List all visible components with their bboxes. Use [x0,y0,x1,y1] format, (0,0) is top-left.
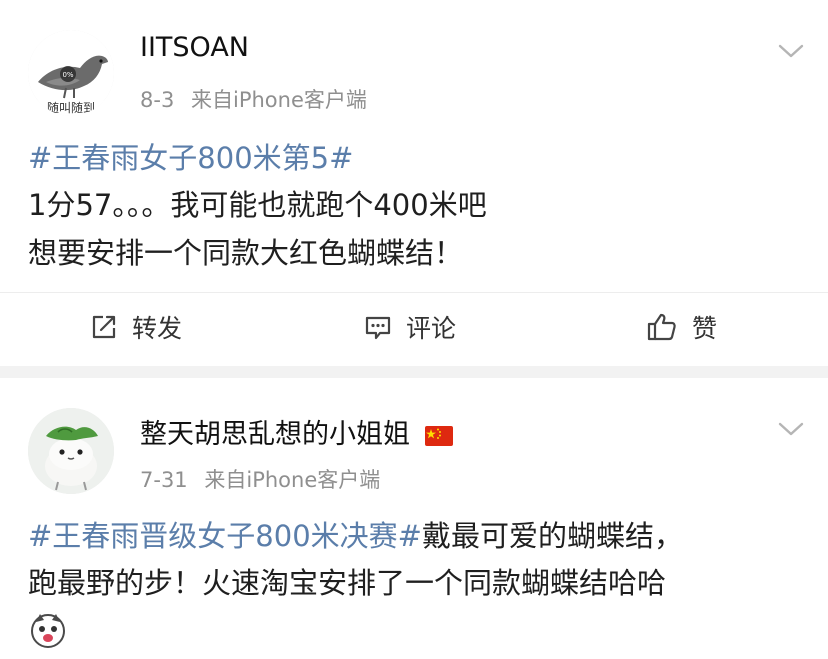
china-flag-icon [424,425,453,446]
post-text: 戴最可爱的蝴蝶结， [421,519,683,553]
weibo-post-1: 0% 随叫随到 IITSOAN 8-3 来自iPhone客户端 #王春雨女子80… [0,0,828,366]
pigeon-avatar-image: 0% 随叫随到 [28,30,114,116]
like-label: 赞 [692,314,718,343]
avatar-badge: 0% [62,71,73,79]
comment-icon [365,316,391,340]
post-text-line: 想要安排一个同款大红色蝴蝶结！ [28,236,464,270]
like-button[interactable]: 赞 [646,307,717,347]
weibo-post-2: 整天胡思乱想的小姐姐 7-31 来自iPhone客户端 #王春雨晋级女子800米… [0,378,828,659]
username[interactable]: IITSOAN [140,32,249,63]
hashtag-link[interactable]: #王春雨晋级女子800米决赛# [28,519,422,553]
comment-label: 评论 [406,314,457,343]
post-text-line: #王春雨晋级女子800米决赛#戴最可爱的蝴蝶结， [28,517,683,555]
post-date: 8-3 [140,88,175,112]
avatar[interactable] [28,408,114,494]
frog-avatar-image [28,408,114,494]
chevron-down-icon[interactable] [777,420,805,438]
post-source: 来自iPhone客户端 [191,88,367,112]
repost-button[interactable]: 转发 [90,307,182,347]
comment-button[interactable]: 评论 [364,307,456,347]
post-date: 7-31 [140,468,188,492]
post-text-line: 跑最野的步！火速淘宝安排了一个同款蝴蝶结哈哈 [28,566,667,600]
repost-icon [92,315,116,339]
chevron-down-icon[interactable] [777,42,805,60]
post-text-line: 1分57。。。我可能也就跑个400米吧 [28,188,487,222]
hashtag-link[interactable]: #王春雨女子800米第5# [28,139,353,177]
emoji-icon [31,614,65,648]
like-icon [647,313,676,341]
post-meta: 7-31 来自iPhone客户端 [140,464,380,494]
username-text: 整天胡思乱想的小姐姐 [140,419,410,450]
post-meta: 8-3 来自iPhone客户端 [140,84,367,114]
repost-label: 转发 [132,314,183,343]
action-bar: 转发 评论 赞 [0,292,828,363]
avatar[interactable]: 0% 随叫随到 [28,30,114,116]
avatar-caption: 随叫随到 [47,100,95,115]
username[interactable]: 整天胡思乱想的小姐姐 [140,412,453,451]
post-source: 来自iPhone客户端 [204,468,381,492]
